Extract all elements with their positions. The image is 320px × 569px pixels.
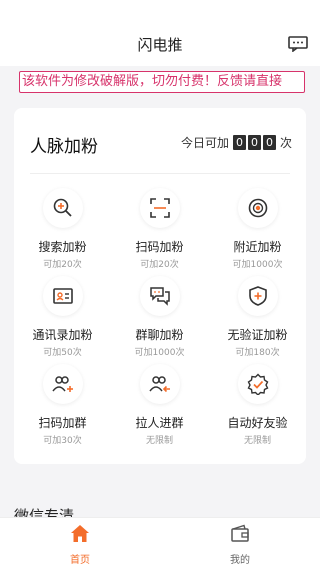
counter-digit: 0	[262, 134, 276, 150]
feature-limit: 可加1000次	[134, 348, 185, 358]
feature-name: 扫码加粉	[135, 240, 184, 254]
feature-limit: 可加20次	[43, 260, 82, 270]
feature-limit: 可加1000次	[232, 260, 283, 270]
feature-search-add[interactable]: 搜索加粉 可加20次	[14, 188, 111, 270]
add-fans-card: 人脉加粉 今日可加 0 0 0 次 搜索加粉 可加20次 扫码加粉 可加20次	[14, 108, 306, 464]
feature-group-chat-add[interactable]: 群聊加粉 可加1000次	[111, 276, 208, 358]
bottom-tab-bar: 首页 我的	[0, 517, 320, 569]
daily-counter: 今日可加 0 0 0 次	[181, 134, 292, 150]
feature-name: 搜索加粉	[38, 240, 87, 254]
contact-card-icon	[42, 276, 83, 316]
home-icon	[71, 525, 89, 542]
tab-mine[interactable]: 我的	[160, 518, 320, 569]
feature-limit: 可加20次	[140, 260, 179, 270]
feature-limit: 可加180次	[235, 348, 280, 358]
users-add-icon	[42, 364, 83, 404]
badge-check-icon	[237, 364, 278, 404]
feature-limit: 可加50次	[43, 348, 82, 358]
search-plus-icon	[42, 188, 83, 228]
scan-icon	[139, 188, 180, 228]
tab-label: 我的	[230, 555, 250, 566]
divider	[30, 173, 290, 174]
feature-nearby-add[interactable]: 附近加粉 可加1000次	[209, 188, 306, 270]
feature-scan-add[interactable]: 扫码加粉 可加20次	[111, 188, 208, 270]
feature-pull-into-group[interactable]: 拉人进群 无限制	[111, 364, 208, 446]
feature-name: 群聊加粉	[135, 328, 184, 342]
feature-limit: 无限制	[243, 436, 271, 446]
feature-name: 拉人进群	[135, 416, 184, 430]
feature-name: 自动好友验	[227, 416, 288, 430]
tab-label: 首页	[70, 555, 90, 566]
top-bar: 闪电推	[0, 0, 320, 66]
feature-name: 附近加粉	[233, 240, 282, 254]
feature-name: 扫码加群	[38, 416, 87, 430]
feature-no-verify-add[interactable]: 无验证加粉 可加180次	[209, 276, 306, 358]
counter-suffix: 次	[279, 135, 292, 150]
feature-name: 通讯录加粉	[32, 328, 93, 342]
feature-contacts-add[interactable]: 通讯录加粉 可加50次	[14, 276, 111, 358]
card-title: 人脉加粉	[30, 137, 98, 157]
counter-digit: 0	[247, 134, 261, 150]
wallet-icon	[231, 524, 249, 542]
feature-limit: 可加30次	[43, 436, 82, 446]
counter-prefix: 今日可加	[180, 135, 229, 150]
app-title: 闪电推	[137, 36, 183, 54]
feature-auto-friend-verify[interactable]: 自动好友验 无限制	[209, 364, 306, 446]
group-chat-icon	[139, 276, 180, 316]
feature-limit: 无限制	[145, 436, 173, 446]
crack-notice-banner: 该软件为修改破解版，切勿付费！反馈请直接	[19, 71, 305, 93]
chat-icon[interactable]	[288, 36, 308, 52]
users-pull-icon	[139, 364, 180, 404]
counter-digit: 0	[232, 134, 246, 150]
feature-scan-join-group[interactable]: 扫码加群 可加30次	[14, 364, 111, 446]
feature-name: 无验证加粉	[227, 328, 288, 342]
tab-home[interactable]: 首页	[0, 518, 160, 569]
location-icon	[237, 188, 278, 228]
shield-plus-icon	[237, 276, 278, 316]
